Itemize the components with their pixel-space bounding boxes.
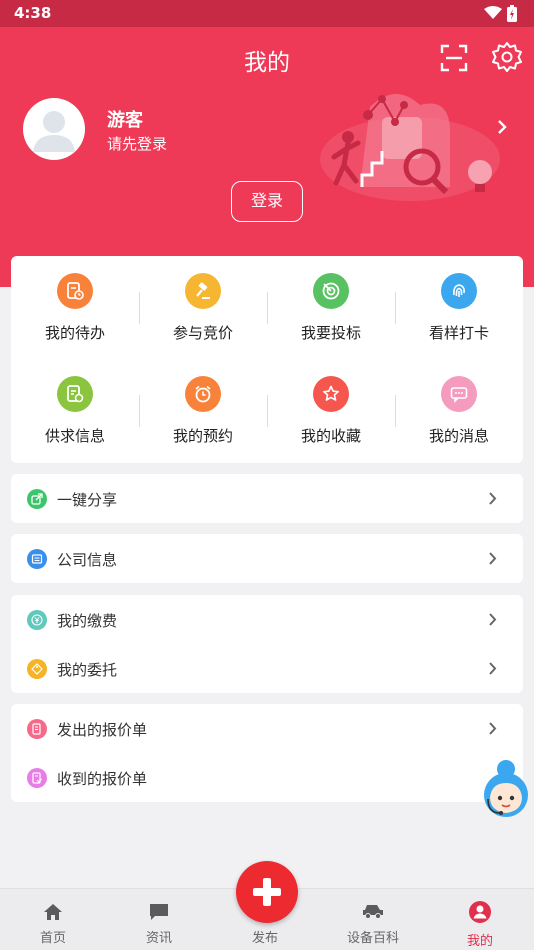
chevron-right-icon [489,552,497,565]
divider [139,395,140,427]
menu-item-label: 我的缴费 [57,612,118,630]
quick-action-messages[interactable]: 我的消息 [395,376,523,446]
chevron-right-icon [489,492,497,505]
quick-action-todo[interactable]: 我的待办 [11,273,139,343]
quick-action-tender[interactable]: 我要投标 [267,273,395,343]
menu-item-label: 我的委托 [57,661,118,679]
login-prompt[interactable]: 请先登录 [107,133,167,154]
battery-icon [507,5,517,22]
menu-item-label: 收到的报价单 [57,770,148,788]
scan-icon[interactable] [440,44,468,72]
header-illustration [320,93,500,201]
quote-sent-icon [27,719,47,739]
menu-card-quotes: 发出的报价单 收到的报价单 [11,704,523,802]
nav-label: 首页 [39,931,66,946]
user-name[interactable]: 游客 [107,106,143,132]
menu-item-label: 一键分享 [57,491,118,509]
user-placeholder-icon [33,111,75,152]
divider [267,395,268,427]
news-icon [150,904,168,920]
nav-label: 设备百科 [346,931,399,946]
quick-action-favorites[interactable]: 我的收藏 [267,376,395,446]
menu-item-share[interactable]: 一键分享 [11,474,523,523]
quick-actions-card: 我的待办 参与竞价 我要投标 看样打卡 供求信息 我的预约 我的收藏 我的消息 [11,256,523,463]
quick-action-label: 供求信息 [44,427,105,445]
nav-home[interactable]: 首页 [0,889,106,950]
document-gear-icon [57,376,93,412]
gear-icon[interactable] [491,41,523,73]
quick-action-label: 我要投标 [300,324,361,342]
quote-received-icon [27,768,47,788]
quick-action-label: 我的消息 [428,427,489,445]
avatar[interactable] [23,98,85,160]
nav-news[interactable]: 资讯 [106,889,212,950]
chevron-right-icon[interactable] [496,119,508,135]
quick-action-supply-demand[interactable]: 供求信息 [11,376,139,446]
publish-button[interactable] [236,861,298,923]
nav-label: 发布 [251,931,278,946]
quick-action-appointment[interactable]: 我的预约 [139,376,267,446]
nav-mine[interactable]: 我的 [427,889,533,950]
share-icon [27,489,47,509]
company-icon [27,549,47,569]
quick-action-label: 看样打卡 [428,324,489,342]
menu-card-payments: 我的缴费 我的委托 [11,595,523,693]
target-icon [313,273,349,309]
menu-item-label: 发出的报价单 [57,721,148,739]
chevron-right-icon [489,613,497,626]
quick-action-checkin[interactable]: 看样打卡 [395,273,523,343]
gavel-icon [185,273,221,309]
alarm-clock-icon [185,376,221,412]
wifi-icon [484,6,502,19]
document-clock-icon [57,273,93,309]
customer-service-icon[interactable] [478,757,534,821]
person-icon [469,901,491,923]
quick-action-label: 参与竞价 [172,324,233,342]
quick-action-label: 我的待办 [44,324,105,342]
star-icon [313,376,349,412]
divider [395,395,396,427]
tag-icon [27,659,47,679]
menu-item-company[interactable]: 公司信息 [11,534,523,583]
nav-label: 我的 [466,934,493,949]
quick-action-bidding[interactable]: 参与竞价 [139,273,267,343]
divider [267,292,268,324]
menu-item-label: 公司信息 [57,551,118,569]
menu-item-sent-quotes[interactable]: 发出的报价单 [11,704,523,753]
nav-equipment-wiki[interactable]: 设备百科 [320,889,426,950]
status-bar: 4:38 [0,0,534,27]
chat-icon [441,376,477,412]
quick-action-label: 我的收藏 [300,427,361,445]
status-time: 4:38 [14,4,52,22]
menu-item-entrust[interactable]: 我的委托 [11,644,523,693]
chevron-right-icon [489,722,497,735]
menu-item-received-quotes[interactable]: 收到的报价单 [11,753,523,802]
nav-label: 资讯 [145,931,172,946]
menu-card-company: 公司信息 [11,534,523,583]
quick-action-label: 我的预约 [172,427,233,445]
fingerprint-icon [441,273,477,309]
chevron-right-icon [489,662,497,675]
yen-icon [27,610,47,630]
menu-card-share: 一键分享 [11,474,523,523]
divider [395,292,396,324]
car-icon [363,905,383,919]
home-icon [44,904,62,920]
menu-item-payments[interactable]: 我的缴费 [11,595,523,644]
divider [139,292,140,324]
login-button[interactable]: 登录 [231,181,303,222]
profile-header: 我的 游客 请先登录 登录 [0,27,534,287]
